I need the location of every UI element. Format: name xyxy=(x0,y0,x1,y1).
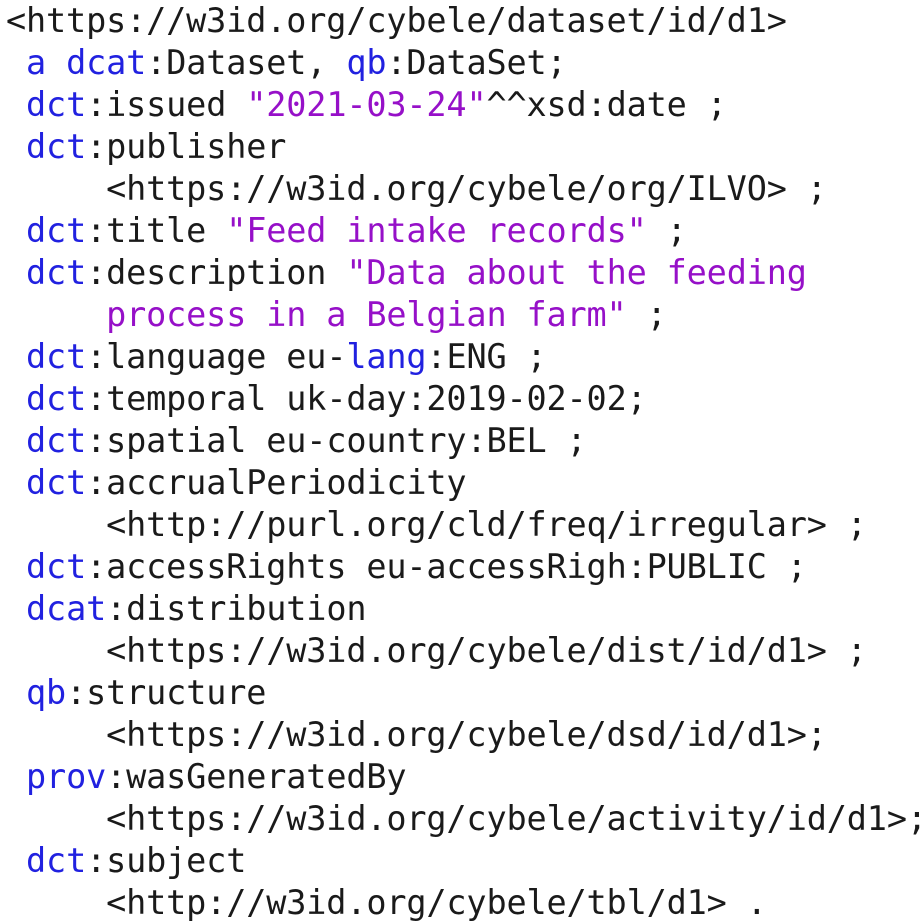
code-line: process in a Belgian farm" ; xyxy=(0,294,920,336)
code-token-plain: ; xyxy=(646,211,687,250)
code-token-plain: <http://purl.org/cld/freq/irregular> ; xyxy=(6,505,867,544)
code-line: <https://w3id.org/cybele/dist/id/d1> ; xyxy=(0,630,920,672)
code-token-plain: :issued xyxy=(86,85,247,124)
code-token-prefix: dct xyxy=(26,547,87,586)
code-token-plain: :description xyxy=(86,253,347,292)
code-token-literal: process in a Belgian farm" xyxy=(106,295,627,334)
code-line: qb:structure xyxy=(0,672,920,714)
code-token-plain: :wasGeneratedBy xyxy=(106,757,407,796)
code-token-plain: :accessRights eu-accessRigh:PUBLIC ; xyxy=(86,547,807,586)
code-token-plain: <https://w3id.org/cybele/dataset/id/d1> xyxy=(6,1,787,40)
code-token-prefix: a xyxy=(26,43,47,82)
code-line: dct:publisher xyxy=(0,126,920,168)
code-line: a dcat:Dataset, qb:DataSet; xyxy=(0,42,920,84)
code-token-prefix: qb xyxy=(346,43,387,82)
code-line: <https://w3id.org/cybele/dsd/id/d1>; xyxy=(0,714,920,756)
code-line: dct:description "Data about the feeding xyxy=(0,252,920,294)
code-token-plain: ; xyxy=(626,295,667,334)
code-line: dct:subject xyxy=(0,840,920,882)
code-token-prefix: dct xyxy=(26,337,87,376)
code-token-plain: ^^xsd:date ; xyxy=(486,85,727,124)
code-token-plain: :distribution xyxy=(106,589,367,628)
code-token-prefix: dct xyxy=(26,421,87,460)
code-token-plain: :Dataset, xyxy=(146,43,347,82)
code-token-literal: "Data about the feeding xyxy=(346,253,807,292)
code-token-prefix: qb xyxy=(26,673,67,712)
code-token-plain: :DataSet; xyxy=(386,43,567,82)
code-line: dct:accessRights eu-accessRigh:PUBLIC ; xyxy=(0,546,920,588)
code-token-prefix: dct xyxy=(26,841,87,880)
code-token-plain: :structure xyxy=(66,673,267,712)
code-token-plain: :title xyxy=(86,211,227,250)
code-token-literal: "Feed intake records" xyxy=(226,211,647,250)
code-line: dct:issued "2021-03-24"^^xsd:date ; xyxy=(0,84,920,126)
code-token-prefix: dct xyxy=(26,85,87,124)
code-token-literal: "2021-03-24" xyxy=(246,85,487,124)
code-token-plain: <http://w3id.org/cybele/tbl/d1> . xyxy=(6,883,767,922)
code-token-prefix: lang xyxy=(346,337,427,376)
code-token-plain: :ENG ; xyxy=(426,337,547,376)
code-token-plain: :publisher xyxy=(86,127,287,166)
code-line: <https://w3id.org/cybele/org/ILVO> ; xyxy=(0,168,920,210)
code-token-plain: :temporal uk-day:2019-02-02; xyxy=(86,379,647,418)
code-line: dcat:distribution xyxy=(0,588,920,630)
code-token-plain: :spatial eu-country:BEL ; xyxy=(86,421,587,460)
code-line: <https://w3id.org/cybele/dataset/id/d1> xyxy=(0,0,920,42)
code-token-plain: :language eu- xyxy=(86,337,347,376)
code-line: prov:wasGeneratedBy xyxy=(0,756,920,798)
code-token-prefix: dct xyxy=(26,379,87,418)
code-token-plain: <https://w3id.org/cybele/activity/id/d1>… xyxy=(6,799,920,838)
code-token-prefix: dct xyxy=(26,463,87,502)
code-token-plain: :accrualPeriodicity xyxy=(86,463,467,502)
code-token-prefix: dcat xyxy=(26,589,107,628)
code-line: dct:language eu-lang:ENG ; xyxy=(0,336,920,378)
code-token-plain: <https://w3id.org/cybele/dist/id/d1> ; xyxy=(6,631,867,670)
rdf-turtle-code-listing[interactable]: <https://w3id.org/cybele/dataset/id/d1> … xyxy=(0,0,920,924)
code-line: <http://w3id.org/cybele/tbl/d1> . xyxy=(0,882,920,924)
code-line: dct:spatial eu-country:BEL ; xyxy=(0,420,920,462)
code-line: dct:accrualPeriodicity xyxy=(0,462,920,504)
code-token-plain: <https://w3id.org/cybele/dsd/id/d1>; xyxy=(6,715,827,754)
code-token-plain: <https://w3id.org/cybele/org/ILVO> ; xyxy=(6,169,827,208)
code-token-prefix: dcat xyxy=(66,43,147,82)
code-token-prefix: dct xyxy=(26,253,87,292)
code-line: dct:temporal uk-day:2019-02-02; xyxy=(0,378,920,420)
code-token-prefix: prov xyxy=(26,757,107,796)
code-token-prefix: dct xyxy=(26,211,87,250)
code-line: dct:title "Feed intake records" ; xyxy=(0,210,920,252)
code-token-plain: :subject xyxy=(86,841,247,880)
code-line: <http://purl.org/cld/freq/irregular> ; xyxy=(0,504,920,546)
code-line: <https://w3id.org/cybele/activity/id/d1>… xyxy=(0,798,920,840)
code-token-prefix: dct xyxy=(26,127,87,166)
